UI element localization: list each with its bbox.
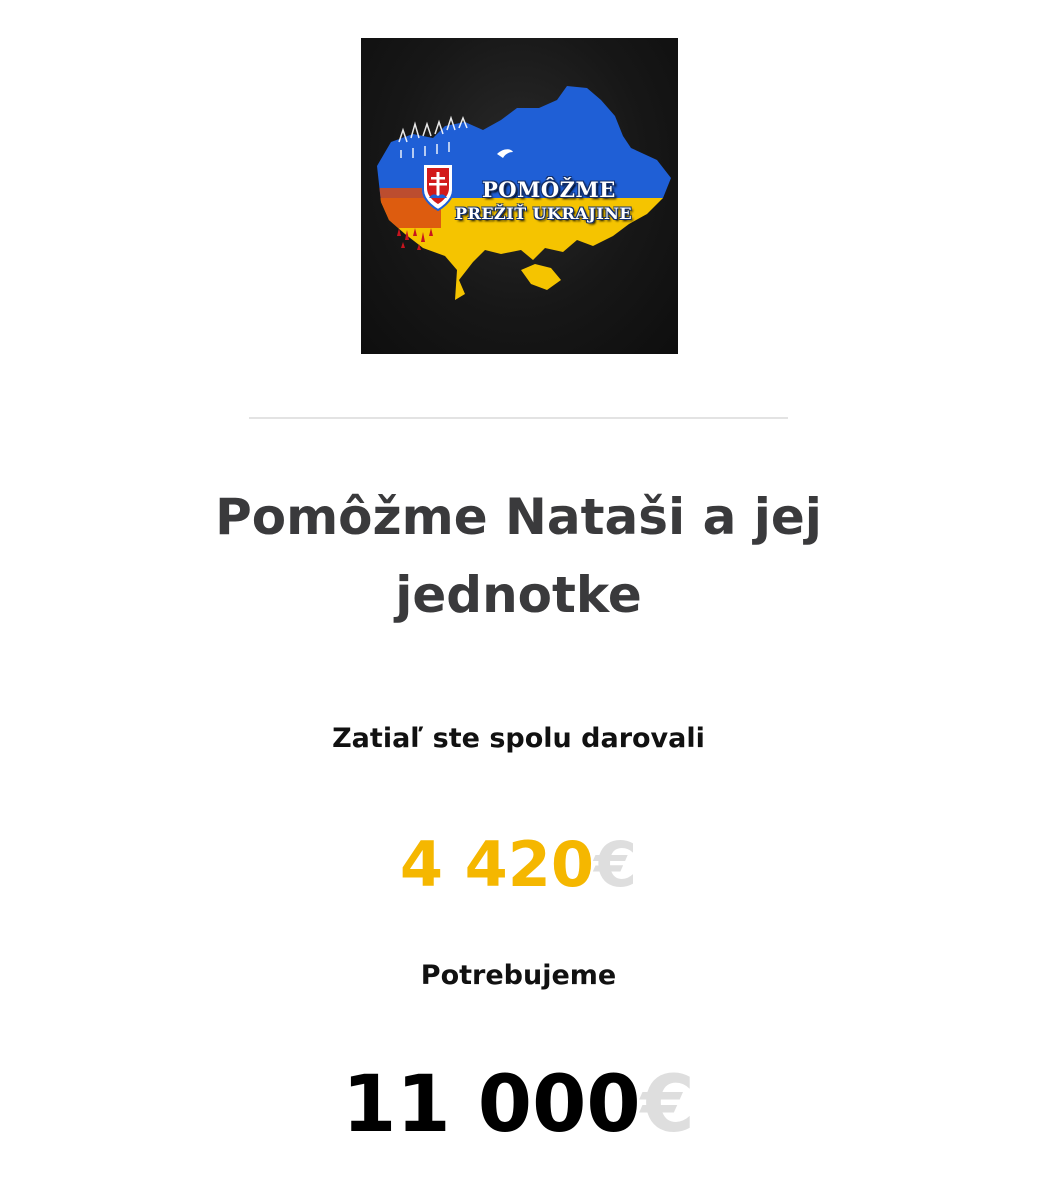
campaign-title: Pomôžme Nataši a jej jednotke	[215, 488, 822, 624]
needed-amount-value: 11 000	[342, 1060, 641, 1150]
donated-currency: €	[594, 828, 638, 901]
needed-label: Potrebujeme	[420, 960, 617, 991]
donated-amount: 4 420€	[0, 820, 1037, 910]
donated-amount-value: 4 420	[399, 828, 594, 901]
needed-amount: 11 000€	[0, 1050, 1037, 1160]
logo-line2: PREŽIŤ UKRAJINE	[455, 204, 633, 223]
campaign-logo: POMÔŽME PREŽIŤ UKRAJINE	[361, 38, 678, 354]
logo-line1: POMÔŽME	[482, 177, 616, 202]
section-divider	[249, 417, 788, 419]
donated-label: Zatiaľ ste spolu darovali	[332, 723, 705, 754]
needed-currency: €	[640, 1060, 695, 1150]
